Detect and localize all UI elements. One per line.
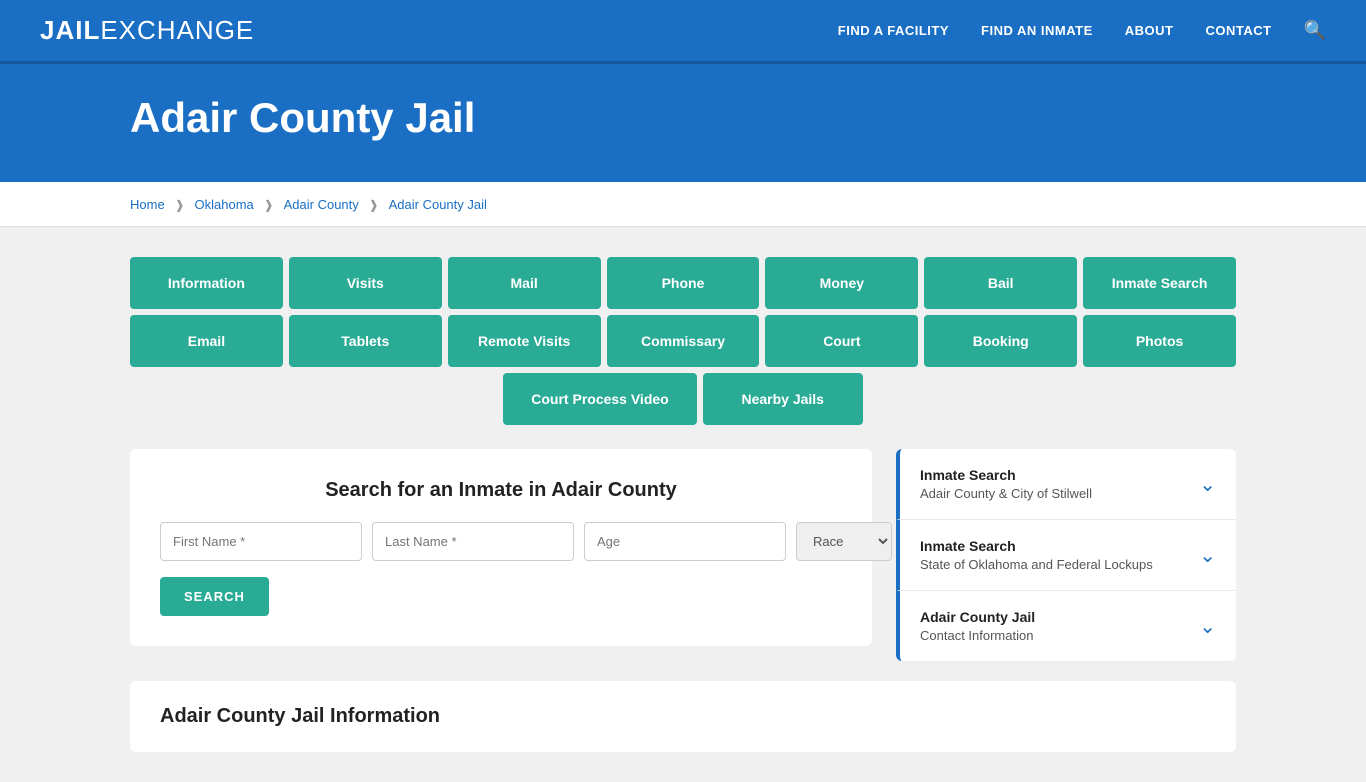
tile-court-process-video[interactable]: Court Process Video <box>503 373 696 425</box>
tile-inmate-search[interactable]: Inmate Search <box>1083 257 1236 309</box>
tile-court[interactable]: Court <box>765 315 918 367</box>
tile-information[interactable]: Information <box>130 257 283 309</box>
breadcrumb: Home ❱ Oklahoma ❱ Adair County ❱ Adair C… <box>0 182 1366 227</box>
sidebar-card-inmate-search-adair[interactable]: Inmate Search Adair County & City of Sti… <box>896 449 1236 520</box>
breadcrumb-sep-3: ❱ <box>369 198 379 212</box>
tile-phone[interactable]: Phone <box>607 257 760 309</box>
logo[interactable]: JAILEXCHANGE <box>40 15 254 46</box>
tile-commissary[interactable]: Commissary <box>607 315 760 367</box>
inmate-search-box: Search for an Inmate in Adair County Rac… <box>130 449 872 646</box>
tile-photos[interactable]: Photos <box>1083 315 1236 367</box>
nav-find-inmate[interactable]: FIND AN INMATE <box>981 23 1093 38</box>
sidebar-card-inmate-search-oklahoma[interactable]: Inmate Search State of Oklahoma and Fede… <box>896 520 1236 591</box>
logo-jail-text: JAIL <box>40 15 100 45</box>
nav-about[interactable]: ABOUT <box>1125 23 1174 38</box>
sidebar-card-text-2: Inmate Search State of Oklahoma and Fede… <box>920 538 1153 572</box>
sidebar-card-title-2: Inmate Search <box>920 538 1153 554</box>
breadcrumb-sep-1: ❱ <box>175 198 185 212</box>
search-title: Search for an Inmate in Adair County <box>160 479 842 502</box>
last-name-input[interactable] <box>372 522 574 561</box>
bottom-info-title: Adair County Jail Information <box>160 705 1206 728</box>
sidebar-card-subtitle-1: Adair County & City of Stilwell <box>920 486 1092 501</box>
breadcrumb-home[interactable]: Home <box>130 197 165 212</box>
chevron-down-icon-1: ⌄ <box>1199 472 1216 497</box>
tile-booking[interactable]: Booking <box>924 315 1077 367</box>
chevron-down-icon-2: ⌄ <box>1199 543 1216 568</box>
bottom-info-section: Adair County Jail Information <box>130 681 1236 752</box>
sidebar-card-subtitle-3: Contact Information <box>920 628 1035 643</box>
race-select[interactable]: Race White Black Hispanic Asian Other <box>796 522 892 561</box>
chevron-down-icon-3: ⌄ <box>1199 614 1216 639</box>
breadcrumb-sep-2: ❱ <box>264 198 274 212</box>
logo-exchange-text: EXCHANGE <box>100 15 254 45</box>
tile-nearby-jails[interactable]: Nearby Jails <box>703 373 863 425</box>
search-fields: Race White Black Hispanic Asian Other <box>160 522 842 561</box>
breadcrumb-current: Adair County Jail <box>389 197 487 212</box>
sidebar-card-text-3: Adair County Jail Contact Information <box>920 609 1035 643</box>
sidebar-card-text-1: Inmate Search Adair County & City of Sti… <box>920 467 1092 501</box>
hero-section: Adair County Jail <box>0 64 1366 182</box>
tile-tablets[interactable]: Tablets <box>289 315 442 367</box>
nav-find-facility[interactable]: FIND A FACILITY <box>838 23 949 38</box>
sidebar-card-title-3: Adair County Jail <box>920 609 1035 625</box>
breadcrumb-oklahoma[interactable]: Oklahoma <box>195 197 254 212</box>
tile-remote-visits[interactable]: Remote Visits <box>448 315 601 367</box>
tile-grid-row3: Court Process Video Nearby Jails <box>130 373 1236 425</box>
search-icon[interactable]: 🔍 <box>1304 20 1326 41</box>
main-content: Information Visits Mail Phone Money Bail… <box>0 227 1366 782</box>
sidebar-cards: Inmate Search Adair County & City of Sti… <box>896 449 1236 661</box>
sidebar-card-title-1: Inmate Search <box>920 467 1092 483</box>
search-button[interactable]: SEARCH <box>160 577 269 616</box>
tile-email[interactable]: Email <box>130 315 283 367</box>
breadcrumb-adair-county[interactable]: Adair County <box>284 197 359 212</box>
sidebar-card-contact-information[interactable]: Adair County Jail Contact Information ⌄ <box>896 591 1236 661</box>
sidebar-card-subtitle-2: State of Oklahoma and Federal Lockups <box>920 557 1153 572</box>
tile-money[interactable]: Money <box>765 257 918 309</box>
nav-links: FIND A FACILITY FIND AN INMATE ABOUT CON… <box>838 20 1326 41</box>
tile-grid-row1: Information Visits Mail Phone Money Bail… <box>130 257 1236 309</box>
navbar: JAILEXCHANGE FIND A FACILITY FIND AN INM… <box>0 0 1366 64</box>
page-title: Adair County Jail <box>130 94 1236 142</box>
tile-visits[interactable]: Visits <box>289 257 442 309</box>
tile-mail[interactable]: Mail <box>448 257 601 309</box>
lower-section: Search for an Inmate in Adair County Rac… <box>130 449 1236 661</box>
first-name-input[interactable] <box>160 522 362 561</box>
age-input[interactable] <box>584 522 786 561</box>
nav-contact[interactable]: CONTACT <box>1205 23 1271 38</box>
tile-bail[interactable]: Bail <box>924 257 1077 309</box>
tile-grid-row2: Email Tablets Remote Visits Commissary C… <box>130 315 1236 367</box>
